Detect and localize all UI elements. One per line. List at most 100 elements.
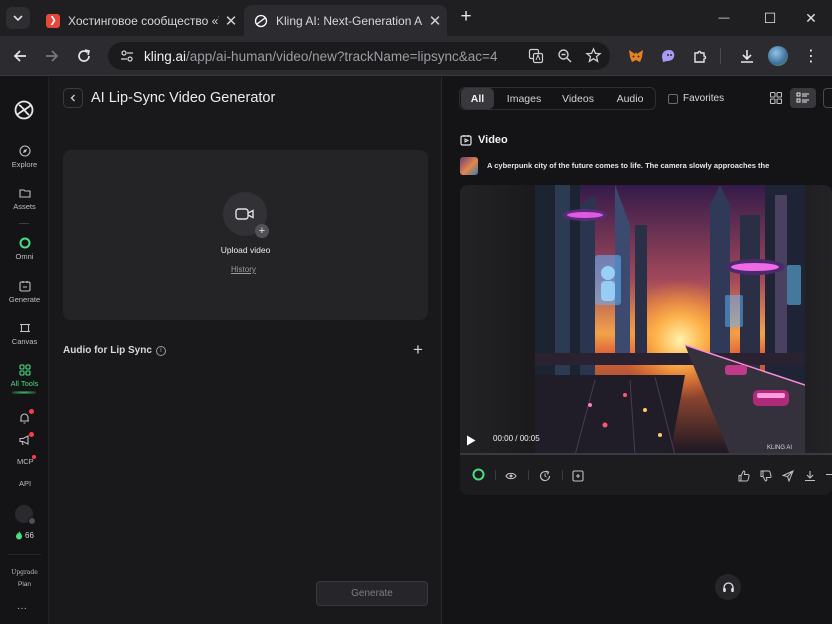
- tab-menu-button[interactable]: [6, 7, 30, 29]
- upgrade-plan-button[interactable]: Upgrade Plan: [8, 567, 41, 591]
- reload-icon: [78, 49, 90, 62]
- filter-audio[interactable]: Audio: [608, 88, 652, 109]
- sidebar-item-label: Explore: [11, 160, 38, 169]
- grid-view-icon[interactable]: [769, 91, 783, 110]
- downloads-icon[interactable]: [735, 44, 759, 68]
- profile-avatar[interactable]: [766, 44, 790, 68]
- video-player[interactable]: KLING AI 00:00 / 00:05: [460, 185, 832, 455]
- omni-action-icon[interactable]: [472, 468, 485, 486]
- regenerate-icon[interactable]: [539, 469, 551, 487]
- view-eye-icon[interactable]: [505, 469, 517, 487]
- add-audio-button[interactable]: +: [413, 340, 423, 360]
- arrow-right-icon: [46, 50, 59, 62]
- back-button[interactable]: [8, 44, 32, 68]
- sidebar-item-canvas[interactable]: Canvas: [0, 322, 49, 346]
- sidebar-item-all-tools[interactable]: All Tools: [0, 364, 49, 388]
- sidebar-item-generate[interactable]: Generate: [0, 280, 49, 304]
- download-icon[interactable]: [804, 469, 816, 487]
- canvas-icon: [19, 323, 30, 333]
- prompt-thumbnail[interactable]: [460, 157, 478, 175]
- section-title: Video: [478, 134, 508, 146]
- dislike-icon[interactable]: [760, 469, 772, 487]
- site-info-icon[interactable]: [120, 49, 134, 63]
- sidebar-item-mcp[interactable]: MCP: [17, 457, 34, 466]
- collapse-panel-button[interactable]: [823, 88, 832, 108]
- avatar-badge-icon: [28, 517, 36, 525]
- close-tab-icon[interactable]: ✕: [423, 12, 447, 30]
- toolbar-divider: [720, 48, 721, 64]
- favorites-label[interactable]: Favorites: [683, 93, 724, 104]
- more-options-icon[interactable]: [826, 474, 832, 475]
- translate-icon[interactable]: [528, 48, 544, 67]
- plan-label: Plan: [17, 581, 31, 588]
- sidebar-divider: [19, 223, 29, 224]
- user-avatar[interactable]: [15, 505, 36, 525]
- upload-video-label: Upload video: [220, 245, 271, 255]
- sidebar-item-label: Generate: [8, 295, 41, 304]
- chevron-down-icon: [13, 15, 23, 22]
- timeweb-favicon-icon: ❯: [46, 13, 60, 28]
- compass-icon: [18, 145, 31, 157]
- video-calendar-icon: [460, 135, 472, 146]
- metamask-extension-icon[interactable]: [624, 44, 648, 68]
- zoom-icon[interactable]: [557, 48, 573, 67]
- sidebar-item-omni[interactable]: Omni: [0, 237, 49, 261]
- filter-images[interactable]: Images: [502, 88, 546, 109]
- minimize-button[interactable]: —: [704, 6, 744, 30]
- like-icon[interactable]: [738, 469, 750, 487]
- filter-all[interactable]: All: [461, 88, 494, 109]
- video-watermark: KLING AI: [767, 445, 792, 451]
- share-send-icon[interactable]: [781, 469, 794, 487]
- extensions-puzzle-icon[interactable]: [688, 44, 712, 68]
- assets-panel: All Images Videos Audio Favorites Video …: [442, 77, 832, 624]
- sidebar-item-explore[interactable]: Explore: [0, 145, 49, 169]
- new-tab-button[interactable]: +: [455, 6, 477, 28]
- bookmark-star-icon[interactable]: [585, 47, 602, 67]
- chevron-left-icon: [70, 94, 75, 102]
- notifications-bell-icon[interactable]: [19, 411, 30, 429]
- browser-tab-timeweb[interactable]: ❯ Хостинговое сообщество «Tim ✕: [36, 5, 243, 36]
- address-bar[interactable]: kling.ai /app/ai-human/video/new?trackNa…: [108, 42, 610, 70]
- omni-ring-icon: [19, 237, 30, 249]
- notification-dot: [29, 432, 34, 437]
- headset-icon: [722, 581, 734, 592]
- video-progress-track[interactable]: [460, 453, 832, 455]
- support-button[interactable]: [715, 574, 741, 600]
- video-time: 00:00 / 00:05: [493, 434, 540, 443]
- close-tab-icon[interactable]: ✕: [219, 12, 243, 30]
- filter-videos[interactable]: Videos: [556, 88, 600, 109]
- reload-button[interactable]: [72, 44, 96, 68]
- ghost-extension-icon[interactable]: [656, 44, 680, 68]
- history-link[interactable]: History: [231, 265, 256, 274]
- upload-video-button[interactable]: +: [223, 192, 269, 238]
- kling-favicon-icon: [254, 14, 268, 28]
- browser-tab-kling[interactable]: Kling AI: Next-Generation AI Cr ✕: [244, 5, 447, 36]
- sidebar-divider: [8, 554, 41, 555]
- info-icon[interactable]: i: [155, 345, 166, 356]
- upload-video-dropzone[interactable]: + Upload video History: [63, 150, 428, 320]
- back-button[interactable]: [63, 88, 83, 108]
- favorites-checkbox[interactable]: [668, 94, 678, 104]
- maximize-button[interactable]: ☐: [750, 6, 790, 30]
- sidebar-item-label: Canvas: [11, 337, 38, 346]
- edit-frame-icon[interactable]: [572, 469, 584, 487]
- browser-tab-bar: ❯ Хостинговое сообщество «Tim ✕ Kling AI…: [0, 0, 832, 36]
- sidebar-item-label: Omni: [15, 252, 34, 261]
- sidebar-item-assets[interactable]: Assets: [0, 187, 49, 211]
- credits-balance[interactable]: 66: [15, 531, 34, 540]
- prompt-text[interactable]: A cyberpunk city of the future comes to …: [487, 161, 832, 170]
- active-indicator-glow: [12, 391, 36, 394]
- close-window-button[interactable]: ✕: [791, 6, 831, 30]
- kling-logo-icon[interactable]: [13, 99, 35, 126]
- generate-icon: [18, 281, 31, 292]
- generate-button[interactable]: Generate: [316, 581, 428, 606]
- browser-menu-icon[interactable]: ⋮: [799, 44, 823, 68]
- more-menu-icon[interactable]: ···: [17, 603, 27, 614]
- list-view-button[interactable]: [790, 88, 816, 108]
- sidebar-item-label: Assets: [13, 202, 36, 211]
- notification-dot: [32, 455, 36, 459]
- action-divider: [528, 470, 529, 480]
- sidebar-item-api[interactable]: API: [19, 479, 31, 488]
- play-button[interactable]: [466, 433, 476, 451]
- forward-button[interactable]: [40, 44, 64, 68]
